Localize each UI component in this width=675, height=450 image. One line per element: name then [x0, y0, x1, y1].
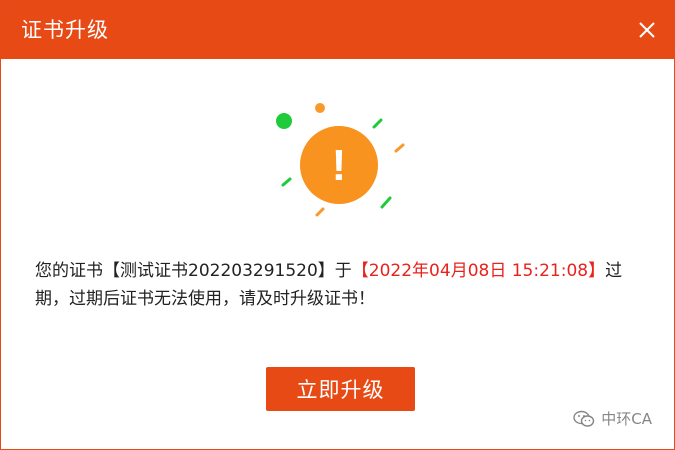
- green-dot-decoration: [276, 113, 292, 129]
- watermark-text: 中环CA: [601, 410, 652, 428]
- green-dash-decoration: [372, 118, 383, 129]
- upgrade-dialog: 证书升级 ! 您的证书【测试证书202203291520】于【2022年04月0…: [0, 0, 675, 450]
- green-dash-decoration: [281, 177, 292, 187]
- close-icon[interactable]: [634, 17, 660, 43]
- title-bar: 证书升级: [1, 1, 674, 59]
- warning-graphic: !: [263, 93, 413, 225]
- orange-dash-decoration: [315, 207, 325, 217]
- exclamation-symbol: !: [332, 141, 347, 190]
- expiry-message: 您的证书【测试证书202203291520】于【2022年04月08日 15:2…: [35, 257, 647, 313]
- green-dash-decoration: [380, 196, 392, 209]
- wechat-icon: [573, 410, 595, 428]
- message-part1: 您的证书【测试证书202203291520】于: [35, 261, 352, 281]
- expiry-date: 【2022年04月08日 15:21:08】: [351, 261, 606, 281]
- upgrade-now-button[interactable]: 立即升级: [266, 367, 415, 411]
- dialog-title: 证书升级: [21, 18, 109, 42]
- orange-dot-decoration: [315, 103, 325, 113]
- watermark: 中环CA: [573, 408, 652, 429]
- orange-dash-decoration: [394, 143, 405, 153]
